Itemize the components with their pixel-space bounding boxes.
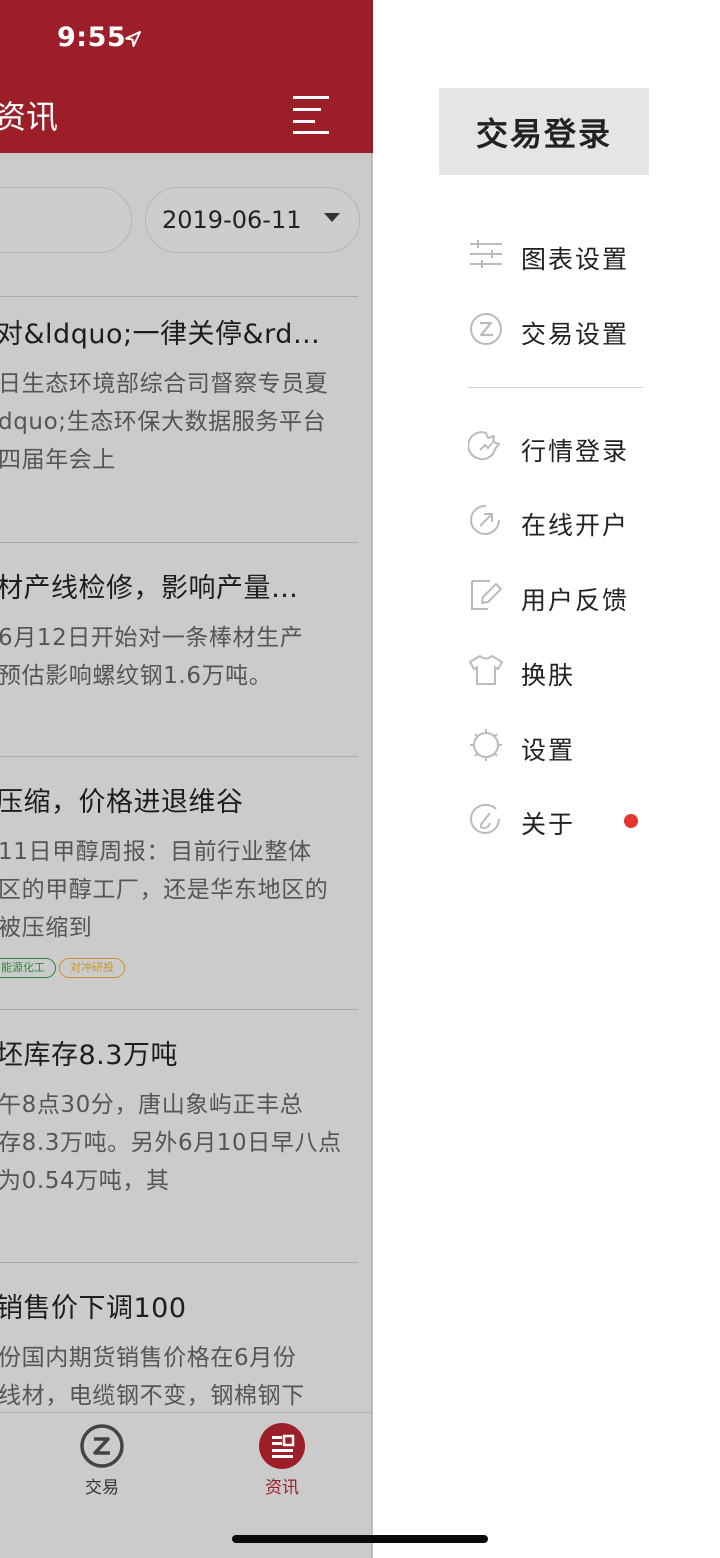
news-summary-line: 6月12日开始对一条棒材生产 (0, 625, 304, 651)
menu-item-skin[interactable]: 换肤 (468, 648, 658, 698)
menu-item-chart-settings[interactable]: 图表设置 (468, 232, 658, 282)
trade-login-button[interactable]: 交易登录 (439, 88, 649, 175)
trade-icon (80, 1424, 124, 1468)
menu-item-label: 行情登录 (521, 437, 630, 466)
about-icon (470, 803, 500, 834)
chart-settings-icon (470, 240, 502, 268)
news-summary-line: 线材，电缆钢不变，钢棉钢下 (0, 1383, 305, 1409)
news-summary-line: 午8点30分，唐山象屿正丰总 (0, 1092, 304, 1118)
skin-icon (469, 655, 503, 685)
news-separator (0, 542, 358, 543)
news-summary-line: 存8.3万吨。另外6月10日早八点 (0, 1130, 342, 1156)
status-time: 9:55 (57, 22, 127, 53)
menu-item-label: 换肤 (521, 661, 576, 690)
menu-item-label: 图表设置 (521, 245, 630, 274)
tab-trade[interactable]: 交易 (62, 1413, 142, 1513)
news-tag: 能源化工 (0, 958, 56, 978)
tab-label: 资讯 (265, 1478, 299, 1498)
menu-item-settings[interactable]: 设置 (468, 723, 658, 773)
menu-item-feedback[interactable]: 用户反馈 (468, 573, 658, 623)
news-summary-line: 区的甲醇工厂，还是华东地区的 (0, 877, 329, 903)
news-summary-line: 为0.54万吨，其 (0, 1168, 170, 1194)
menu-item-trade-settings[interactable]: 交易设置 (468, 307, 658, 357)
tab-label: 交易 (85, 1478, 119, 1498)
menu-item-market-login[interactable]: 行情登录 (468, 424, 658, 474)
app-page-dimmed[interactable]: 9:55 资讯 2019-06-11 对&ldquo;一律关停&rd… 日生态环… (0, 0, 373, 1558)
menu-item-label: 关于 (521, 810, 576, 839)
drawer-divider (468, 387, 643, 388)
market-login-icon (468, 431, 500, 461)
news-title: 销售价下调100 (0, 1293, 187, 1324)
location-arrow-icon (125, 31, 141, 47)
news-icon (259, 1423, 305, 1469)
page-title: 资讯 (0, 98, 59, 136)
news-title: 对&ldquo;一律关停&rd… (0, 319, 321, 350)
date-picker[interactable]: 2019-06-11 (145, 187, 360, 253)
news-summary-line: dquo;生态环保大数据服务平台 (0, 409, 327, 435)
trade-settings-icon (470, 313, 502, 345)
divider (0, 296, 358, 297)
news-title: 压缩，价格进退维谷 (0, 787, 244, 818)
date-value: 2019-06-11 (162, 206, 302, 234)
menu-icon[interactable] (291, 96, 331, 134)
menu-item-label: 在线开户 (521, 511, 630, 540)
side-drawer: 交易登录 图表设置 交易设置 行情登录 在线开户 用户反馈 换肤 设置 关于 (373, 0, 720, 1558)
tab-news[interactable]: 资讯 (242, 1413, 322, 1513)
news-summary-line: 四届年会上 (0, 447, 116, 473)
news-separator (0, 1009, 358, 1010)
notification-dot (624, 814, 638, 828)
home-indicator[interactable] (232, 1535, 488, 1543)
menu-item-label: 设置 (521, 736, 576, 765)
news-summary-line: 被压缩到 (0, 915, 93, 941)
news-separator (0, 1262, 358, 1263)
category-filter[interactable] (0, 187, 132, 253)
news-summary-line: 份国内期货销售价格在6月份 (0, 1345, 297, 1371)
feedback-icon (471, 580, 502, 610)
news-summary-line: 预估影响螺纹钢1.6万吨。 (0, 663, 273, 689)
news-separator (0, 756, 358, 757)
news-tag: 对冲研投 (59, 958, 125, 978)
news-summary-line: 11日甲醇周报：目前行业整体 (0, 839, 312, 865)
menu-item-open-account[interactable]: 在线开户 (468, 498, 658, 548)
menu-item-label: 交易设置 (521, 320, 630, 349)
news-title: 材产线检修，影响产量… (0, 573, 299, 604)
open-account-icon (470, 504, 500, 535)
news-summary-line: 日生态环境部综合司督察专员夏 (0, 371, 329, 397)
app-header: 9:55 资讯 (0, 0, 373, 153)
gear-icon (470, 729, 502, 761)
menu-item-label: 用户反馈 (521, 586, 630, 615)
caret-down-icon (324, 213, 340, 222)
news-title: 坯库存8.3万吨 (0, 1040, 178, 1071)
